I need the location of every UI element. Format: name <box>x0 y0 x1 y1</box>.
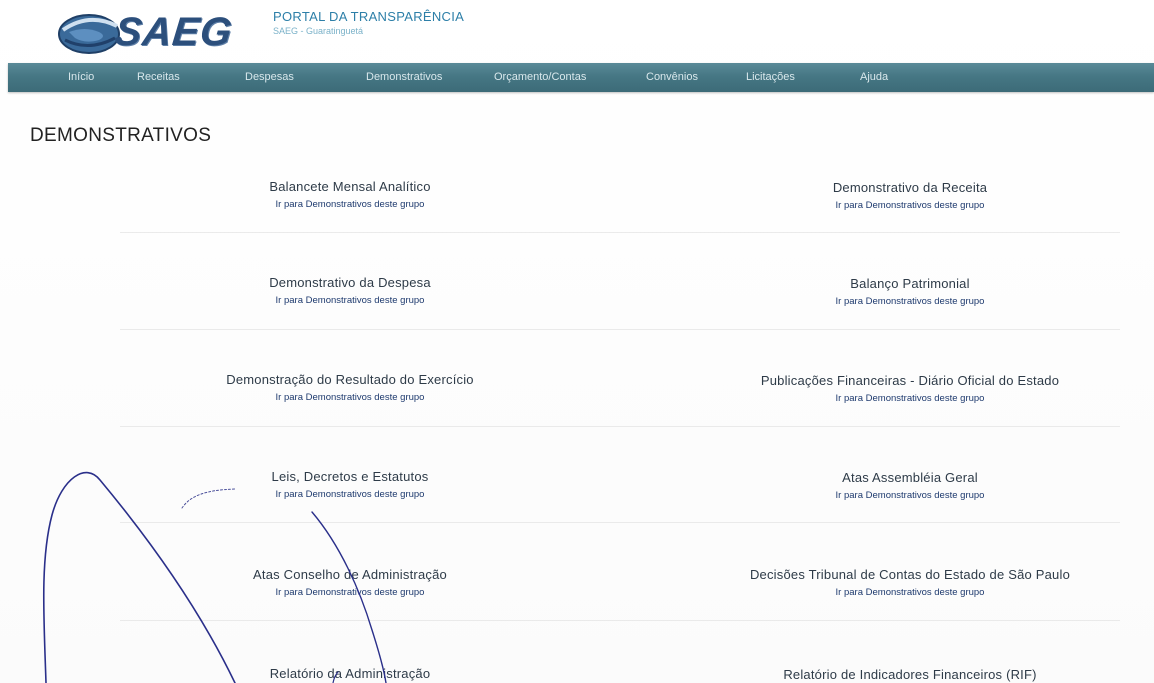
group-title: Publicações Financeiras - Diário Oficial… <box>760 373 1060 388</box>
page-title: DEMONSTRATIVOS <box>30 125 212 146</box>
nav-item-despesas[interactable]: Despesas <box>245 71 294 83</box>
group-title: Balancete Mensal Analítico <box>269 179 431 194</box>
nav-item-licitacoes[interactable]: Licitações <box>746 71 795 83</box>
row-divider <box>120 620 1120 621</box>
nav-item-ajuda[interactable]: Ajuda <box>860 71 888 83</box>
group-link[interactable]: Ir para Demonstrativos deste grupo <box>140 295 560 307</box>
group-title: Demonstração do Resultado do Exercício <box>226 372 474 387</box>
group-title: Demonstrativo da Despesa <box>269 275 431 290</box>
group-link[interactable]: Ir para Demonstrativos deste grupo <box>140 489 560 501</box>
portal-title: PORTAL DA TRANSPARÊNCIA <box>273 9 465 24</box>
group-link[interactable]: Ir para Demonstrativos deste grupo <box>700 393 1120 405</box>
group-atas-conselho: Atas Conselho de Administração Ir para D… <box>140 567 560 599</box>
group-atas-assembleia: Atas Assembléia Geral Ir para Demonstrat… <box>700 470 1120 502</box>
group-balanco-patrimonial: Balanço Patrimonial Ir para Demonstrativ… <box>700 276 1120 308</box>
group-title: Atas Conselho de Administração <box>253 567 447 582</box>
row-divider <box>120 232 1120 233</box>
group-link[interactable]: Ir para Demonstrativos deste grupo <box>140 199 560 211</box>
group-title: Leis, Decretos e Estatutos <box>271 469 429 484</box>
group-demonstrativo-despesa: Demonstrativo da Despesa Ir para Demonst… <box>140 275 560 307</box>
nav-item-demonstrativos[interactable]: Demonstrativos <box>366 71 442 83</box>
group-demonstrativo-receita: Demonstrativo da Receita Ir para Demonst… <box>700 180 1120 212</box>
group-publicacoes-financeiras: Publicações Financeiras - Diário Oficial… <box>700 373 1120 405</box>
group-link[interactable]: Ir para Demonstrativos deste grupo <box>140 392 560 404</box>
group-link[interactable]: Ir para Demonstrativos deste grupo <box>700 200 1120 212</box>
group-link[interactable]: Ir para Demonstrativos deste grupo <box>700 490 1120 502</box>
site-header: SAEG PORTAL DA TRANSPARÊNCIA SAEG - Guar… <box>0 0 1154 62</box>
nav-item-convenios[interactable]: Convênios <box>646 71 698 83</box>
row-divider <box>120 426 1120 427</box>
group-decisoes-tribunal: Decisões Tribunal de Contas do Estado de… <box>700 567 1120 599</box>
group-resultado-exercicio: Demonstração do Resultado do Exercício I… <box>140 372 560 404</box>
nav-item-inicio[interactable]: Início <box>68 71 94 83</box>
group-title: Balanço Patrimonial <box>850 276 970 291</box>
group-relatorio-indicadores: Relatório de Indicadores Financeiros (RI… <box>700 667 1120 683</box>
saeg-logo[interactable]: SAEG <box>55 8 250 56</box>
nav-item-orcamento-contas[interactable]: Orçamento/Contas <box>494 71 586 83</box>
page: SAEG PORTAL DA TRANSPARÊNCIA SAEG - Guar… <box>0 0 1154 683</box>
demonstrativos-grid: Balancete Mensal Analítico Ir para Demon… <box>0 178 1154 683</box>
main-nav: Início Receitas Despesas Demonstrativos … <box>8 63 1154 92</box>
group-balancete-mensal: Balancete Mensal Analítico Ir para Demon… <box>140 179 560 211</box>
row-divider <box>120 329 1120 330</box>
group-link[interactable]: Ir para Demonstrativos deste grupo <box>700 296 1120 308</box>
row-divider <box>120 522 1120 523</box>
group-title: Atas Assembléia Geral <box>842 470 978 485</box>
group-title: Relatório da Administração <box>269 666 431 681</box>
group-link[interactable]: Ir para Demonstrativos deste grupo <box>700 587 1120 599</box>
group-title: Relatório de Indicadores Financeiros (RI… <box>783 667 1037 682</box>
nav-item-receitas[interactable]: Receitas <box>137 71 180 83</box>
group-title: Decisões Tribunal de Contas do Estado de… <box>749 567 1071 582</box>
group-link[interactable]: Ir para Demonstrativos deste grupo <box>140 587 560 599</box>
group-relatorio-administracao: Relatório da Administração <box>140 666 560 682</box>
group-title: Demonstrativo da Receita <box>832 180 988 195</box>
logo-wordmark: SAEG <box>112 10 235 54</box>
group-leis-decretos: Leis, Decretos e Estatutos Ir para Demon… <box>140 469 560 501</box>
portal-subtitle: SAEG - Guaratinguetá <box>273 26 364 36</box>
